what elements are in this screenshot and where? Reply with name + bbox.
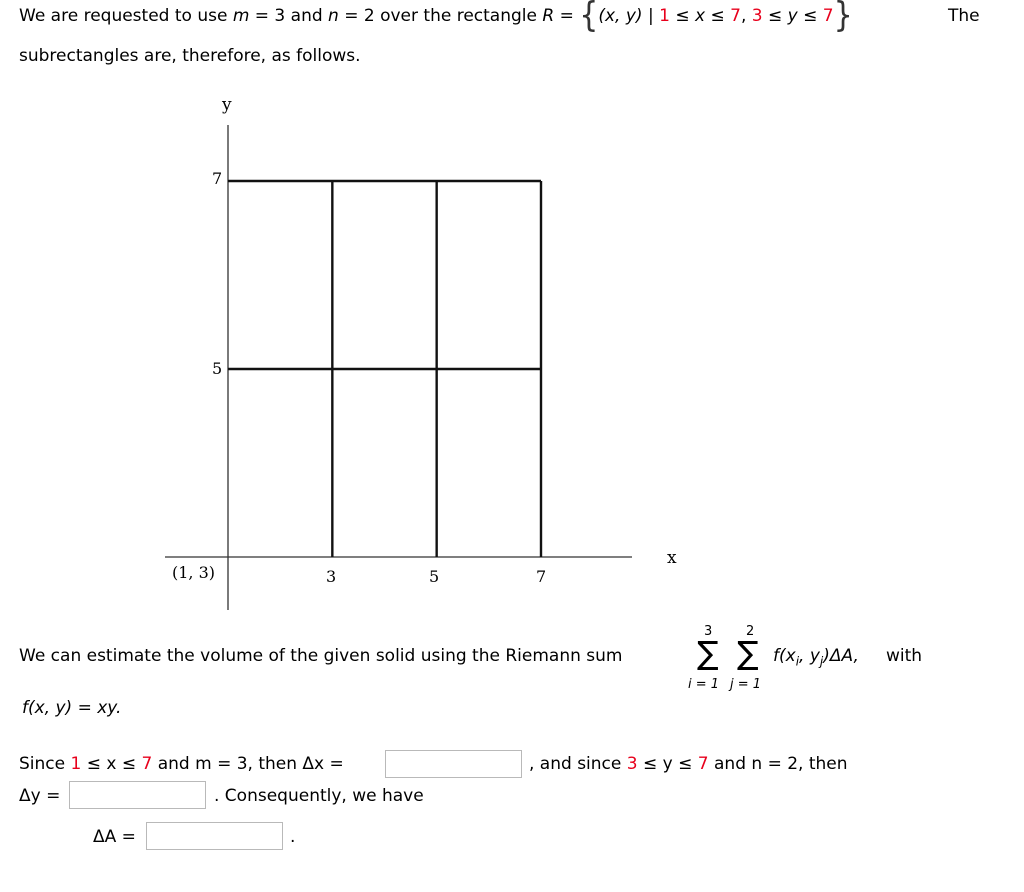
x-axis-label: x	[667, 548, 677, 568]
y-tick-7: 7	[212, 169, 222, 188]
riemann-text: We can estimate the volume of the given …	[19, 646, 623, 666]
delta-x-input[interactable]	[386, 751, 521, 777]
y-axis-label: y	[221, 95, 232, 115]
inner-sum-lower: j = 1	[730, 677, 762, 692]
delta-a-input[interactable]	[147, 823, 282, 849]
delta-a-input-box[interactable]	[146, 822, 283, 850]
since-x-text: Since 1 ≤ x ≤ 7 and m = 3, then Δx =	[19, 754, 344, 774]
x-tick-3: 3	[326, 567, 336, 586]
delta-y-label: Δy =	[19, 786, 61, 806]
riemann-summand: f(xi, yj)ΔA,	[773, 646, 859, 669]
inner-sigma-icon: ∑	[737, 634, 759, 672]
consequently-text: . Consequently, we have	[214, 786, 424, 806]
since-y-text: , and since 3 ≤ y ≤ 7 and n = 2, then	[529, 754, 848, 774]
delta-y-input[interactable]	[70, 782, 205, 808]
final-period: .	[290, 827, 296, 847]
riemann-with: with	[886, 646, 923, 666]
delta-y-input-box[interactable]	[69, 781, 206, 809]
delta-a-label: ΔA =	[93, 827, 136, 847]
outer-sigma-icon: ∑	[697, 634, 719, 672]
function-definition: f(x, y) = xy.	[22, 698, 122, 718]
x-tick-5: 5	[429, 567, 439, 586]
delta-x-input-box[interactable]	[385, 750, 522, 778]
x-tick-7: 7	[536, 567, 546, 586]
origin-label: (1, 3)	[172, 563, 215, 582]
outer-sum-lower: i = 1	[688, 677, 720, 692]
y-tick-5: 5	[212, 359, 222, 378]
